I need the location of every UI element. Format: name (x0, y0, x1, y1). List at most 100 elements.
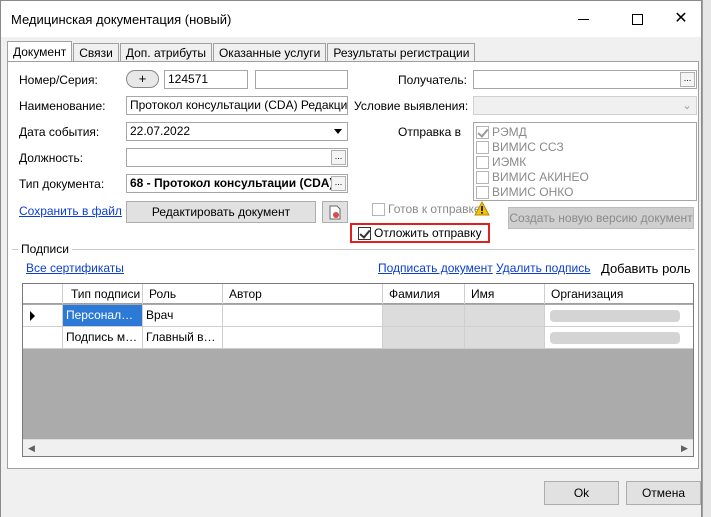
horizontal-scrollbar[interactable]: ◀ ▶ (23, 439, 693, 456)
document-panel: Номер/Серия: + 124571 Наименование: Прот… (7, 61, 699, 469)
author-cell[interactable] (223, 305, 383, 327)
signature-type-cell[interactable]: Подпись ме... (63, 327, 143, 349)
maximize-icon (631, 13, 643, 25)
add-number-button[interactable]: + (126, 70, 159, 88)
send-targets-list: РЭМД ВИМИС ССЗ ИЭМК ВИМИС АКИНЕО ВИМИС О… (473, 122, 697, 201)
tab-extra-attributes[interactable]: Доп. атрибуты (119, 43, 212, 62)
redacted-organization (550, 310, 680, 322)
highlight-frame (350, 223, 490, 243)
position-browse-button[interactable]: ... (331, 150, 346, 165)
ready-to-send-option[interactable]: Готов к отправке (372, 202, 481, 217)
detection-label: Условие выявления: (354, 99, 469, 113)
minimize-button[interactable] (561, 1, 605, 37)
scroll-left-icon[interactable]: ◀ (23, 440, 40, 456)
organization-cell (545, 305, 693, 327)
save-to-file-link[interactable]: Сохранить в файл (19, 204, 122, 218)
close-icon: ✕ (674, 10, 688, 27)
send-target-checkbox[interactable] (476, 126, 489, 140)
dialog-window: Медицинская документация (новый) ✕ Докум… (0, 0, 702, 517)
window-title: Медицинская документация (новый) (11, 12, 232, 27)
send-target-checkbox[interactable] (476, 186, 489, 200)
column-header[interactable]: Фамилия (383, 284, 465, 304)
send-target-iemk[interactable]: ИЭМК (476, 155, 694, 170)
add-role-button[interactable]: Добавить роль (601, 261, 691, 276)
organization-cell (545, 327, 693, 349)
ready-to-send-checkbox[interactable] (372, 203, 385, 217)
send-target-vimis-akineo[interactable]: ВИМИС АКИНЕО (476, 170, 694, 185)
surname-cell (383, 305, 465, 327)
table-row[interactable]: Персональн... Врач (23, 305, 693, 327)
send-target-vimis-onko[interactable]: ВИМИС ОНКО (476, 185, 694, 200)
role-cell[interactable]: Главный врач (143, 327, 223, 349)
doctype-label: Тип документа: (19, 177, 105, 191)
date-picker[interactable]: 22.07.2022 (126, 122, 348, 141)
current-row-icon (30, 311, 35, 321)
table-row[interactable]: Подпись ме... Главный врач (23, 327, 693, 349)
column-header[interactable]: Организация (545, 284, 693, 304)
doctype-input[interactable]: 68 - Протокол консультации (CDA) ... (126, 174, 348, 193)
pdf-export-button[interactable] (322, 201, 348, 223)
date-label: Дата события: (19, 125, 100, 139)
detection-combo[interactable]: ⌄ (473, 96, 697, 115)
send-target-label: РЭМД (492, 125, 527, 139)
name-input[interactable]: Протокол консультации (CDA) Редакция 4 (126, 96, 348, 115)
signatures-table: Тип подписи Роль Автор Фамилия Имя Орган… (22, 283, 694, 457)
delete-signature-link[interactable]: Удалить подпись (496, 261, 591, 275)
row-indicator (23, 327, 63, 349)
background-window (702, 0, 711, 517)
chevron-down-icon: ⌄ (682, 100, 692, 112)
recipient-browse-button[interactable]: ... (680, 72, 695, 87)
all-certificates-link[interactable]: Все сертификаты (26, 261, 124, 275)
send-target-checkbox[interactable] (476, 141, 489, 155)
send-target-label: ВИМИС ОНКО (492, 185, 574, 199)
row-indicator (23, 305, 63, 327)
author-cell[interactable] (223, 327, 383, 349)
send-target-vimis-ssz[interactable]: ВИМИС ССЗ (476, 140, 694, 155)
maximize-button[interactable] (615, 1, 659, 37)
series-input[interactable] (255, 70, 348, 89)
ready-to-send-label: Готов к отправке (388, 202, 481, 216)
position-label: Должность: (19, 151, 84, 165)
calendar-dropdown-icon[interactable] (330, 124, 346, 139)
tab-links[interactable]: Связи (73, 43, 119, 62)
column-header[interactable]: Автор (223, 284, 383, 304)
send-target-remd[interactable]: РЭМД (476, 125, 694, 140)
edit-document-button[interactable]: Редактировать документ (126, 201, 316, 223)
date-value: 22.07.2022 (130, 124, 191, 138)
close-button[interactable]: ✕ (659, 1, 703, 37)
create-new-version-button[interactable]: Создать новую версию документ (508, 207, 694, 229)
recipient-label: Получатель: (398, 73, 467, 87)
tab-document[interactable]: Документ (7, 41, 73, 62)
surname-cell (383, 327, 465, 349)
send-to-label: Отправка в (398, 125, 461, 139)
send-target-label: ИЭМК (492, 155, 527, 169)
doctype-browse-button[interactable]: ... (331, 176, 346, 191)
sign-document-link[interactable]: Подписать документ (378, 261, 493, 275)
scroll-right-icon[interactable]: ▶ (676, 440, 693, 456)
recipient-input[interactable]: ... (473, 70, 697, 89)
tab-registration-results[interactable]: Результаты регистрации (327, 43, 476, 62)
minimize-icon (577, 18, 589, 20)
title-bar: Медицинская документация (новый) ✕ (1, 1, 701, 37)
tab-services[interactable]: Оказанные услуги (212, 43, 327, 62)
doctype-value: 68 - Протокол консультации (CDA) (130, 176, 334, 190)
send-target-checkbox[interactable] (476, 171, 489, 185)
position-input[interactable]: ... (126, 148, 348, 167)
send-target-label: ВИМИС ССЗ (492, 140, 564, 154)
column-header[interactable]: Тип подписи (63, 284, 143, 304)
role-cell[interactable]: Врач (143, 305, 223, 327)
tab-strip: Документ Связи Доп. атрибуты Оказанные у… (7, 41, 476, 62)
redacted-organization (550, 332, 680, 344)
number-input[interactable]: 124571 (164, 70, 248, 89)
warning-icon (474, 201, 490, 216)
ok-button[interactable]: Ok (544, 481, 619, 505)
send-target-checkbox[interactable] (476, 156, 489, 170)
column-header[interactable]: Имя (465, 284, 545, 304)
dialog-footer: Ok Отмена (1, 471, 701, 517)
column-header[interactable]: Роль (143, 284, 223, 304)
first-name-cell (465, 305, 545, 327)
signature-type-cell[interactable]: Персональн... (63, 305, 143, 327)
cancel-button[interactable]: Отмена (626, 481, 701, 505)
name-label: Наименование: (19, 99, 106, 113)
document-pdf-icon (329, 205, 341, 220)
